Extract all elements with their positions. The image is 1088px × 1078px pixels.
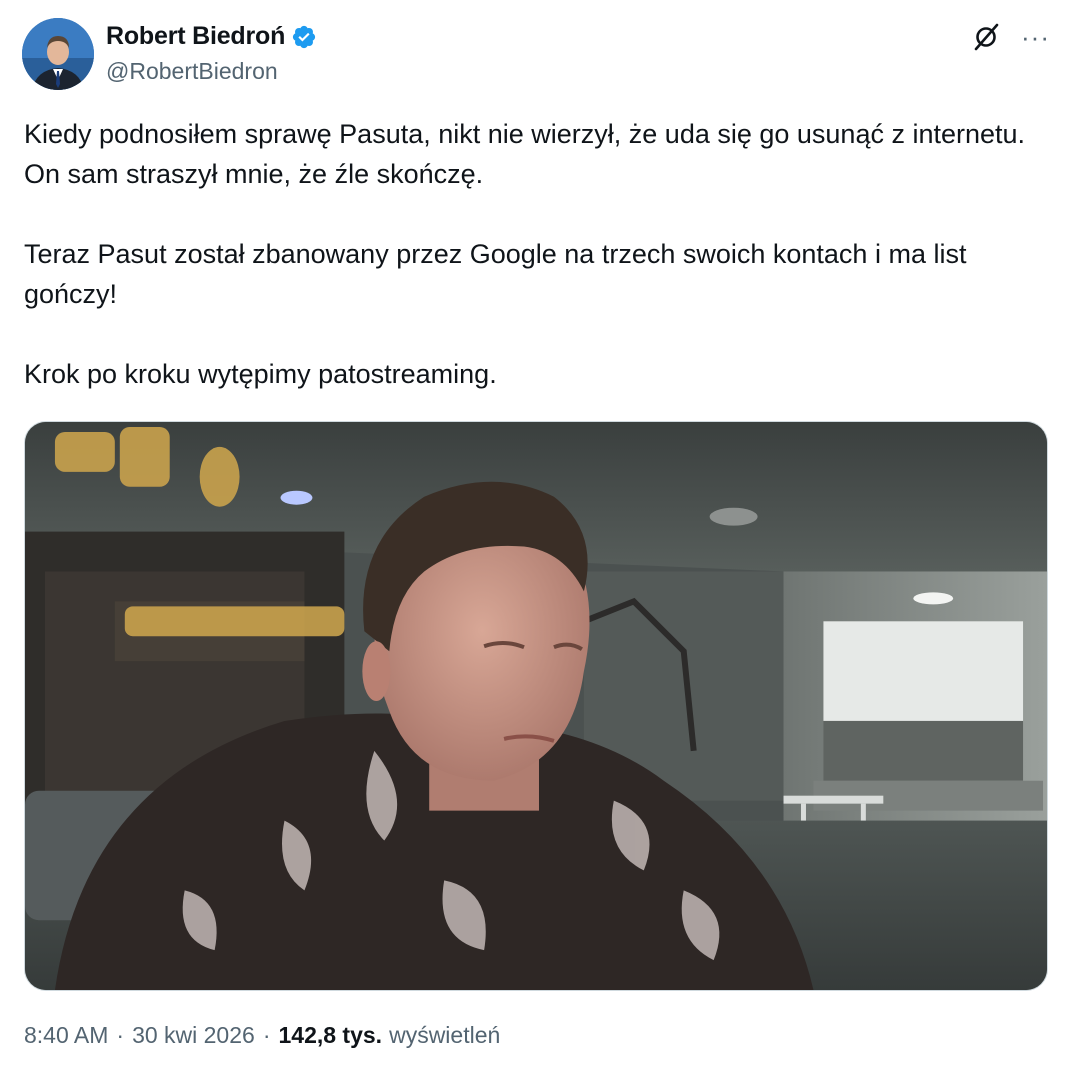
verified-badge-icon[interactable] bbox=[291, 24, 317, 50]
tweet-paragraph: Kiedy podnosiłem sprawę Pasuta, nikt nie… bbox=[24, 119, 1026, 189]
tweet-media-image[interactable] bbox=[24, 421, 1048, 991]
tweet-top-actions: ··· bbox=[971, 22, 1050, 52]
grok-icon[interactable] bbox=[971, 22, 1001, 52]
views-count: 142,8 tys. bbox=[278, 1022, 383, 1048]
tweet-paragraph: Krok po kroku wytępimy patostreaming. bbox=[24, 359, 497, 389]
meta-separator: · bbox=[262, 1022, 271, 1048]
tweet-meta: 8:40 AM · 30 kwi 2026 · 142,8 tys. wyświ… bbox=[24, 1022, 500, 1049]
tweet-card: Robert Biedroń @RobertBiedron ··· Kiedy … bbox=[0, 0, 1088, 1078]
views-label: wyświetleń bbox=[389, 1022, 501, 1048]
author-display-name[interactable]: Robert Biedroń bbox=[106, 22, 285, 51]
tweet-text: Kiedy podnosiłem sprawę Pasuta, nikt nie… bbox=[24, 114, 1064, 394]
avatar[interactable] bbox=[22, 18, 94, 90]
tweet-time[interactable]: 8:40 AM bbox=[24, 1022, 108, 1049]
more-options-icon[interactable]: ··· bbox=[1021, 24, 1050, 50]
tweet-paragraph: Teraz Pasut został zbanowany przez Googl… bbox=[24, 239, 967, 309]
author-handle[interactable]: @RobertBiedron bbox=[106, 58, 278, 85]
tweet-date[interactable]: 30 kwi 2026 bbox=[132, 1022, 255, 1049]
author-name-row: Robert Biedroń bbox=[106, 22, 317, 51]
meta-separator: · bbox=[116, 1022, 125, 1048]
